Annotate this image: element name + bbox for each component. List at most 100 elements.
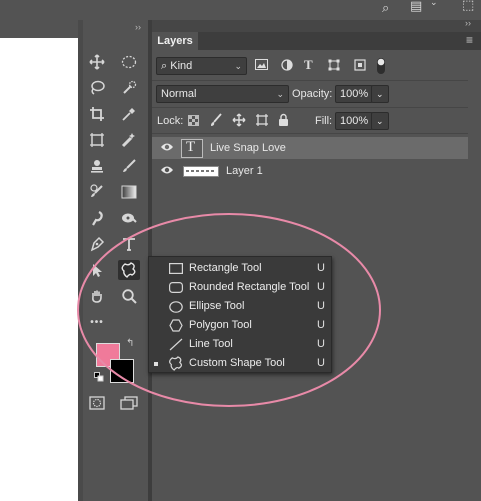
type-tool-icon[interactable] [118, 234, 140, 254]
panel-menu-icon[interactable]: ≡ [466, 33, 473, 47]
fill-field[interactable]: 100% [335, 112, 373, 130]
layer-row[interactable]: Layer 1 [152, 160, 468, 182]
custom-shape-icon [167, 356, 185, 371]
chevron-down-icon[interactable]: ⌄ [430, 0, 438, 8]
flyout-item-shortcut: U [317, 319, 325, 331]
type-icon: T [186, 139, 196, 155]
flyout-item-label: Ellipse Tool [189, 300, 245, 312]
flyout-item-shortcut: U [317, 357, 325, 369]
crop-tool-icon[interactable] [86, 104, 108, 124]
custom-shape-tool-item[interactable]: Custom Shape Tool U [149, 354, 331, 373]
frame-tool-icon[interactable] [86, 130, 108, 150]
shape-tools-flyout: Rectangle Tool U Rounded Rectangle Tool … [148, 256, 332, 373]
opacity-field[interactable]: 100% [335, 85, 373, 103]
screen-mode-icon[interactable] [118, 393, 140, 413]
flyout-item-label: Rounded Rectangle Tool [189, 281, 310, 293]
brush-tool-icon[interactable] [118, 156, 140, 176]
top-bar: ⌕ ▤ ⌄ ⬚ [0, 0, 481, 20]
dodge-tool-icon[interactable] [118, 208, 140, 228]
filter-kind-select[interactable]: ⌕ Kind ⌄ [156, 57, 247, 75]
flyout-item-label: Custom Shape Tool [189, 357, 285, 369]
eye-visibility-icon[interactable] [160, 164, 174, 179]
pixel-filter-icon[interactable] [255, 59, 268, 73]
tab-layers[interactable]: Layers [152, 32, 198, 50]
collapse-panel-icon[interactable]: ›› [465, 18, 471, 28]
line-tool-item[interactable]: Line Tool U [149, 335, 331, 354]
custom-shape-tool-icon[interactable] [118, 260, 140, 280]
polygon-tool-item[interactable]: Polygon Tool U [149, 316, 331, 335]
panel-header-strip: ›› [152, 18, 481, 32]
more-tools-icon[interactable]: ••• [86, 312, 108, 332]
lock-transparent-pixels-icon[interactable] [188, 115, 199, 129]
smart-object-filter-icon[interactable] [354, 59, 366, 74]
flyout-item-shortcut: U [317, 281, 325, 293]
chevron-down-icon: ⌄ [234, 61, 242, 71]
document-canvas[interactable] [0, 38, 78, 501]
gradient-tool-icon[interactable] [118, 182, 140, 202]
history-brush-tool-icon[interactable] [86, 182, 108, 202]
clone-stamp-tool-icon[interactable] [86, 156, 108, 176]
lock-position-icon[interactable] [232, 113, 246, 130]
quick-selection-tool-icon[interactable] [118, 78, 140, 98]
pixel-layer-thumbnail [183, 166, 219, 177]
eye-visibility-icon[interactable] [160, 141, 174, 156]
opacity-dropdown[interactable]: ⌄ [371, 85, 389, 103]
polygon-icon [167, 318, 185, 333]
text-layer-thumbnail: T [181, 139, 203, 158]
search-icon[interactable]: ⌕ [382, 0, 389, 16]
type-filter-icon[interactable]: T [304, 57, 313, 73]
default-colors-icon[interactable] [94, 372, 104, 385]
adjustment-filter-icon[interactable] [281, 59, 293, 74]
flyout-item-shortcut: U [317, 300, 325, 312]
fill-dropdown[interactable]: ⌄ [371, 112, 389, 130]
flyout-item-shortcut: U [317, 338, 325, 350]
pen-tool-icon[interactable] [86, 234, 108, 254]
lasso-tool-icon[interactable] [86, 78, 108, 98]
rounded-rectangle-icon [167, 280, 185, 295]
share-icon[interactable]: ⬚ [462, 0, 474, 13]
filter-kind-value: Kind [170, 60, 193, 72]
selected-bullet-icon [154, 362, 158, 366]
rectangle-icon [167, 261, 185, 276]
opacity-value: 100% [340, 88, 369, 100]
lock-image-pixels-icon[interactable] [210, 113, 222, 130]
eyedropper-tool-icon[interactable] [118, 104, 140, 124]
lock-label: Lock: [157, 115, 184, 127]
swap-colors-icon[interactable]: ↰ [126, 338, 134, 349]
chevron-down-icon: ⌄ [376, 89, 384, 99]
blend-mode-value: Normal [161, 88, 197, 100]
ellipse-icon [167, 299, 185, 314]
background-color-swatch[interactable] [110, 359, 134, 383]
fill-label: Fill: [315, 115, 333, 127]
search-icon: ⌕ [161, 60, 168, 72]
flyout-item-label: Rectangle Tool [189, 262, 262, 274]
quick-mask-icon[interactable] [86, 393, 108, 413]
move-tool-icon[interactable] [86, 52, 108, 72]
blend-mode-select[interactable]: Normal ⌄ [156, 85, 289, 103]
chevron-down-icon: ⌄ [276, 89, 284, 99]
zoom-tool-icon[interactable] [118, 286, 140, 306]
layer-name: Layer 1 [226, 165, 263, 177]
lock-all-icon[interactable] [278, 113, 289, 129]
line-icon [167, 337, 185, 352]
hand-tool-icon[interactable] [86, 286, 108, 306]
ellipse-tool-item[interactable]: Ellipse Tool U [149, 297, 331, 316]
workspace-icon[interactable]: ▤ [410, 0, 422, 14]
layer-row[interactable]: T Live Snap Love [152, 137, 468, 159]
flyout-item-shortcut: U [317, 262, 325, 274]
path-selection-tool-icon[interactable] [86, 260, 108, 280]
rounded-rectangle-tool-item[interactable]: Rounded Rectangle Tool U [149, 278, 331, 297]
rectangle-tool-item[interactable]: Rectangle Tool U [149, 259, 331, 278]
fill-value: 100% [340, 115, 369, 127]
panel-tab-bar: ≡ [152, 32, 481, 50]
shape-filter-icon[interactable] [328, 59, 340, 74]
flyout-item-label: Polygon Tool [189, 319, 252, 331]
filter-toggle-icon[interactable] [376, 57, 386, 78]
marquee-tool-icon[interactable] [118, 52, 140, 72]
chevron-down-icon: ⌄ [376, 116, 384, 126]
collapse-toolbar-icon[interactable]: ›› [135, 22, 141, 32]
healing-brush-tool-icon[interactable] [118, 130, 140, 150]
smudge-tool-icon[interactable] [86, 208, 108, 228]
lock-artboard-icon[interactable] [255, 113, 269, 130]
opacity-label: Opacity: [292, 88, 333, 100]
